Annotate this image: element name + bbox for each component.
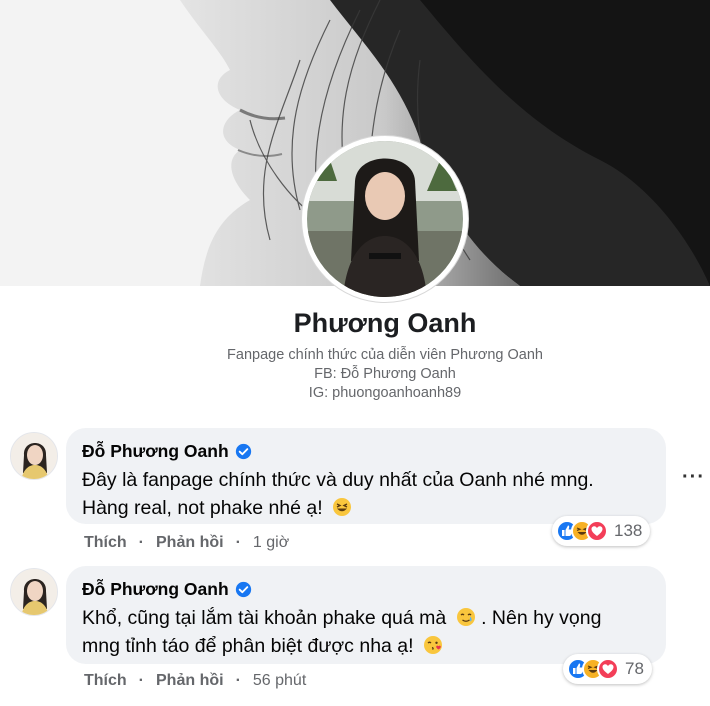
separator: · [138, 672, 144, 689]
page-title[interactable]: Phương Oanh [0, 308, 710, 339]
separator: · [138, 534, 144, 551]
reaction-summary[interactable]: 78 [563, 654, 652, 684]
comment-actions: Thích · Phản hồi · 56 phút [84, 672, 306, 690]
comment-timestamp[interactable]: 56 phút [253, 672, 306, 690]
blowing-kiss-face-icon [424, 636, 442, 654]
bio-instagram: IG: phuongoanhoanh89 [308, 385, 462, 401]
author-name[interactable]: Đỗ Phương Oanh [82, 441, 229, 462]
reaction-icons [556, 520, 608, 542]
bio-facebook: FB: Đỗ Phương Oanh [314, 366, 456, 382]
comment-text-line: Khổ, cũng tại lắm tài khoản phake quá mà [82, 607, 447, 629]
page-bio: Fanpage chính thức của diễn viên Phương … [0, 346, 710, 403]
like-button[interactable]: Thích [84, 672, 127, 690]
comment-text: Đây là fanpage chính thức và duy nhất củ… [82, 466, 652, 522]
separator: · [235, 672, 241, 689]
comment-text-line: mng tỉnh táo để phân biệt được nha ạ! [82, 635, 414, 657]
comment-bubble: Đỗ Phương Oanh Khổ, cũng tại lắm tài kho… [66, 566, 666, 664]
verified-badge-icon [235, 581, 251, 597]
grinning-squinting-face-icon [333, 498, 352, 516]
author-name[interactable]: Đỗ Phương Oanh [82, 579, 229, 600]
avatar-image [11, 433, 57, 479]
reply-button[interactable]: Phản hồi [156, 672, 224, 690]
profile-avatar-image [307, 141, 463, 297]
comment-text-line: . Nên hy vọng [481, 607, 602, 629]
avatar-image [11, 569, 57, 615]
reaction-icons [567, 658, 619, 680]
like-button[interactable]: Thích [84, 534, 127, 552]
comment-author[interactable]: Đỗ Phương Oanh [82, 576, 652, 602]
reaction-count: 78 [625, 659, 644, 678]
separator: · [235, 534, 241, 551]
crying-smile-face-icon [456, 608, 475, 626]
comment-bubble: Đỗ Phương Oanh Đây là fanpage chính thức… [66, 428, 666, 524]
comment-avatar[interactable] [10, 568, 58, 616]
reaction-count: 138 [614, 521, 643, 540]
comment-avatar[interactable] [10, 432, 58, 480]
comment-text-line: Đây là fanpage chính thức và duy nhất củ… [82, 469, 594, 491]
comment-timestamp[interactable]: 1 giờ [253, 534, 289, 552]
comment-text-line: Hàng real, not phake nhé ạ! [82, 497, 323, 519]
bio-description: Fanpage chính thức của diễn viên Phương … [227, 347, 543, 363]
comment-author[interactable]: Đỗ Phương Oanh [82, 438, 652, 464]
profile-avatar[interactable] [302, 136, 468, 302]
comment-text: Khổ, cũng tại lắm tài khoản phake quá mà… [82, 604, 652, 660]
love-reaction-icon [597, 658, 619, 680]
reply-button[interactable]: Phản hồi [156, 534, 224, 552]
reaction-summary[interactable]: 138 [552, 516, 651, 546]
verified-badge-icon [235, 443, 251, 459]
comment-more-options-icon[interactable]: ··· [682, 466, 705, 489]
love-reaction-icon [586, 520, 608, 542]
comment-actions: Thích · Phản hồi · 1 giờ [84, 534, 289, 552]
